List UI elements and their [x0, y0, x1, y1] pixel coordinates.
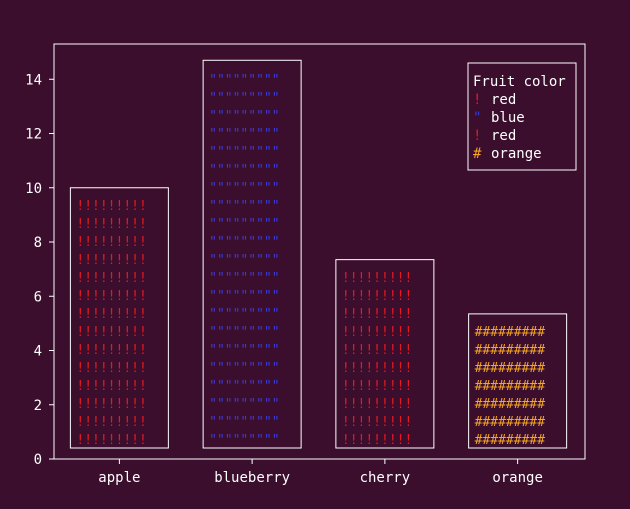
bar-fill-row: !!!!!!!!! — [342, 379, 412, 394]
bar-fill-row: !!!!!!!!! — [342, 397, 412, 412]
bar-fill-row: !!!!!!!!! — [76, 253, 146, 268]
x-tick-label: apple — [98, 470, 140, 486]
bar-fill-row: ######### — [475, 343, 546, 358]
bar-fill-row: """"""""" — [209, 325, 279, 340]
x-axis: apple blueberry cherry orange — [98, 459, 543, 486]
legend-swatch: # — [473, 146, 482, 162]
y-tick-label: 6 — [34, 289, 42, 305]
bar-fill-row: ######### — [475, 433, 546, 448]
bar-fill-row: !!!!!!!!! — [342, 325, 412, 340]
y-axis: 0 2 4 6 8 10 12 14 — [25, 72, 54, 468]
bar-fill-row: """"""""" — [209, 127, 279, 142]
bar-fill-row: !!!!!!!!! — [342, 307, 412, 322]
y-tick-label: 2 — [34, 398, 42, 414]
bar-fill-orange: ######### ######### ######### ######### ####… — [475, 325, 546, 448]
x-tick-label: orange — [492, 470, 543, 486]
legend: Fruit color! red " blue! red # orange — [467, 62, 577, 171]
bar-fill-row: !!!!!!!!! — [76, 361, 146, 376]
bar-fill-row: !!!!!!!!! — [342, 415, 412, 430]
bar-fill-row: !!!!!!!!! — [76, 397, 146, 412]
bar-fill-row: !!!!!!!!! — [342, 361, 412, 376]
y-tick-label: 14 — [25, 72, 42, 88]
bar-fill-row: """"""""" — [209, 91, 279, 106]
legend-swatch: ! — [473, 128, 481, 144]
legend-label: orange — [491, 146, 542, 162]
bar-fill-row: !!!!!!!!! — [342, 433, 412, 448]
x-tick-label: cherry — [360, 470, 411, 486]
bar-fill-row: ######### — [475, 325, 546, 340]
bar-fill-row: """"""""" — [209, 397, 279, 412]
bar-fill-row: !!!!!!!!! — [76, 379, 146, 394]
bar-fill-apple: !!!!!!!!!!!!!!!!!!!!!!!!!!!!!!!!!!!!!!!!… — [76, 199, 146, 448]
bar-fill-row: !!!!!!!!! — [76, 271, 146, 286]
bar-fill-cherry: !!!!!!!!!!!!!!!!!!!!!!!!!!!!!!!!!!!!!!!!… — [342, 271, 412, 448]
y-tick-label: 0 — [34, 452, 42, 468]
bar-fill-row: """"""""" — [209, 289, 279, 304]
bar-fill-row: """"""""" — [209, 379, 279, 394]
legend-swatch: " — [473, 110, 481, 126]
bar-chart: 0 2 4 6 8 10 12 14 apple blueberry cherry orange !… — [25, 43, 586, 486]
bar-fill-row: """"""""" — [209, 343, 279, 358]
bar-fill-row: """"""""" — [209, 145, 279, 160]
bar-fill-row: """"""""" — [209, 217, 279, 232]
bar-fill-row: """"""""" — [209, 433, 279, 448]
bar-fill-row: """"""""" — [209, 271, 279, 286]
bar-fill-row: !!!!!!!!! — [76, 325, 146, 340]
bar-fill-row: """"""""" — [209, 253, 279, 268]
y-tick-label: 10 — [25, 181, 42, 197]
bar-fill-row: """"""""" — [209, 199, 279, 214]
legend-title: Fruit color — [473, 74, 566, 90]
bar-fill-row: !!!!!!!!! — [76, 199, 146, 214]
bar-fill-row: """"""""" — [209, 307, 279, 322]
legend-label: red — [491, 128, 516, 144]
bar-fill-row: !!!!!!!!! — [76, 415, 146, 430]
bar-fill-row: """"""""" — [209, 109, 279, 124]
y-tick-label: 8 — [34, 235, 42, 251]
bar-fill-row: !!!!!!!!! — [342, 289, 412, 304]
bar-fill-row: """"""""" — [209, 361, 279, 376]
bar-fill-row: ######### — [475, 379, 546, 394]
bar-fill-row: !!!!!!!!! — [76, 217, 146, 232]
legend-label: blue — [491, 110, 525, 126]
legend-swatch: ! — [473, 92, 481, 108]
legend-label: red — [491, 92, 516, 108]
bar-fill-row: """"""""" — [209, 181, 279, 196]
bar-fill-row: """"""""" — [209, 415, 279, 430]
y-tick-label: 12 — [25, 127, 42, 143]
x-tick-label: blueberry — [214, 470, 290, 486]
bar-fill-row: """"""""" — [209, 235, 279, 250]
bar-fill-row: ######### — [475, 397, 546, 412]
bar-fill-row: """"""""" — [209, 163, 279, 178]
bar-fill-blueberry: """"""""" """"""""" """"""""" """"""""" """"… — [209, 73, 279, 448]
bar-fill-row: !!!!!!!!! — [76, 343, 146, 358]
bar-fill-row: ######### — [475, 415, 546, 430]
bar-fill-row: """"""""" — [209, 73, 279, 88]
bar-fill-row: !!!!!!!!! — [342, 271, 412, 286]
bar-fill-row: !!!!!!!!! — [76, 433, 146, 448]
y-tick-label: 4 — [34, 344, 42, 360]
bar-fill-row: ######### — [475, 361, 546, 376]
bar-fill-row: !!!!!!!!! — [76, 307, 146, 322]
bar-fill-row: !!!!!!!!! — [76, 289, 146, 304]
bar-fill-row: !!!!!!!!! — [76, 235, 146, 250]
bar-fill-row: !!!!!!!!! — [342, 343, 412, 358]
